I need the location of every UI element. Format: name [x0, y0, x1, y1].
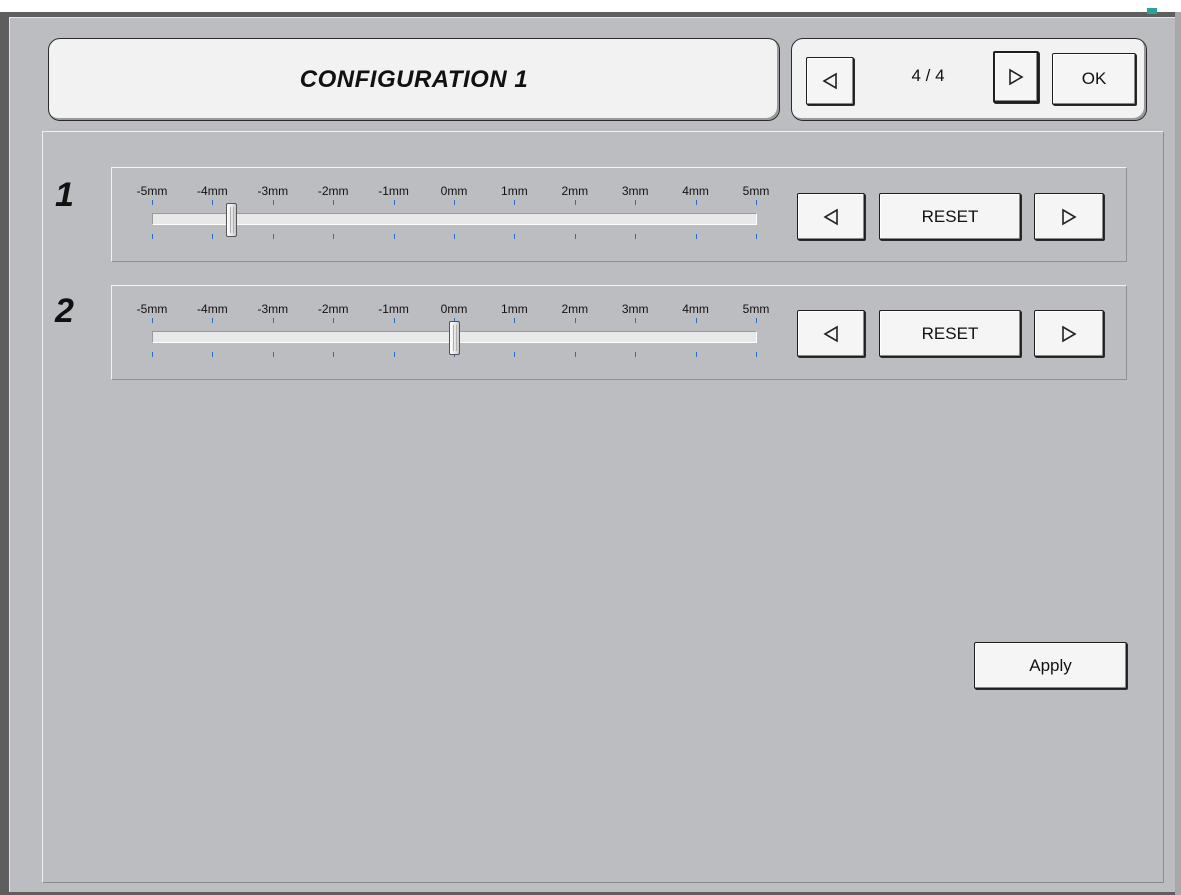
scale-tick-bottom [696, 352, 697, 357]
scale-tick-top [514, 200, 515, 205]
scale-tick-top [454, 200, 455, 205]
scale-tick-bottom [152, 234, 153, 239]
slider-1-reset-button[interactable]: RESET [879, 193, 1021, 240]
scale-tick-top [273, 200, 274, 205]
scale-tick-top [575, 318, 576, 323]
scale-tick-bottom [575, 234, 576, 239]
scale-tick-top [394, 200, 395, 205]
scale-tick-bottom [212, 234, 213, 239]
slider-2-increment-button[interactable] [1034, 310, 1104, 357]
scale-tick-bottom [333, 234, 334, 239]
scale-tick-bottom [394, 352, 395, 357]
scale-label: -2mm [317, 184, 349, 198]
scale-tick-bottom [635, 352, 636, 357]
scale-label: -4mm [197, 184, 228, 198]
scale-label: -1mm [378, 184, 409, 198]
scale-tick-top [756, 200, 757, 205]
scale-label: -1mm [378, 302, 409, 316]
scale-label: 5mm [742, 302, 770, 316]
scale-tick-bottom [514, 234, 515, 239]
scale-tick-bottom [333, 352, 334, 357]
scale-tick-top [635, 318, 636, 323]
scale-tick-bottom [575, 352, 576, 357]
scale-tick-bottom [514, 352, 515, 357]
prev-page-button[interactable] [806, 57, 854, 105]
scale-label: 3mm [621, 302, 649, 316]
triangle-left-icon [822, 72, 837, 90]
scale-label: 2mm [561, 302, 589, 316]
scale-label: -5mm [136, 184, 168, 198]
scale-label: -2mm [317, 302, 349, 316]
scale-label: 5mm [742, 184, 770, 198]
row-number-2: 2 [55, 292, 74, 330]
scale-label: -3mm [257, 184, 289, 198]
frame-edge [1175, 12, 1181, 895]
scale-tick-bottom [394, 234, 395, 239]
scale-label: 3mm [621, 184, 649, 198]
triangle-right-icon [1009, 68, 1024, 86]
scale-label: 1mm [501, 302, 528, 316]
scale-label: -5mm [136, 302, 168, 316]
scale-tick-top [152, 200, 153, 205]
scale-tick-bottom [273, 234, 274, 239]
ok-button[interactable]: OK [1052, 53, 1136, 105]
scale-tick-top [333, 200, 334, 205]
page-title: CONFIGURATION 1 [299, 65, 529, 93]
scale-tick-bottom [454, 234, 455, 239]
triangle-right-icon [1062, 325, 1077, 342]
scale-tick-top [696, 318, 697, 323]
scale-tick-bottom [756, 234, 757, 239]
scale-tick-top [635, 200, 636, 205]
scale-label: 4mm [682, 184, 709, 198]
slider-1-decrement-button[interactable] [797, 193, 865, 240]
scale-tick-top [514, 318, 515, 323]
accent-mark [1147, 8, 1157, 14]
scale-tick-top [394, 318, 395, 323]
scale-tick-bottom [273, 352, 274, 357]
scale-tick-top [756, 318, 757, 323]
slider-1-increment-button[interactable] [1034, 193, 1104, 240]
next-page-button[interactable] [993, 51, 1039, 103]
slider-thumb[interactable] [449, 321, 460, 355]
scale-label: 0mm [440, 184, 468, 198]
scale-label: -4mm [197, 302, 228, 316]
scale-label: 0mm [440, 302, 468, 316]
page-indicator: 4 / 4 [911, 66, 945, 85]
row-number-1: 1 [55, 176, 74, 214]
slider-2-reset-button[interactable]: RESET [879, 310, 1021, 357]
scale-tick-top [575, 200, 576, 205]
triangle-left-icon [823, 208, 838, 225]
slider-track[interactable] [152, 213, 757, 225]
slider-thumb[interactable] [226, 203, 237, 237]
scale-label: -3mm [257, 302, 289, 316]
scale-tick-top [273, 318, 274, 323]
scale-tick-top [333, 318, 334, 323]
triangle-left-icon [823, 325, 838, 342]
slider-2-decrement-button[interactable] [797, 310, 865, 357]
scale-label: 4mm [682, 302, 709, 316]
scale-tick-top [212, 318, 213, 323]
scale-tick-top [152, 318, 153, 323]
scale-tick-bottom [152, 352, 153, 357]
scale-label: 2mm [561, 184, 589, 198]
scale-tick-bottom [212, 352, 213, 357]
triangle-right-icon [1062, 208, 1077, 225]
apply-button[interactable]: Apply [974, 642, 1127, 689]
scale-tick-top [696, 200, 697, 205]
scale-tick-bottom [635, 234, 636, 239]
scale-tick-bottom [696, 234, 697, 239]
scale-label: 1mm [501, 184, 528, 198]
scale-tick-bottom [756, 352, 757, 357]
title-panel: CONFIGURATION 1 [48, 38, 780, 121]
scale-tick-top [212, 200, 213, 205]
